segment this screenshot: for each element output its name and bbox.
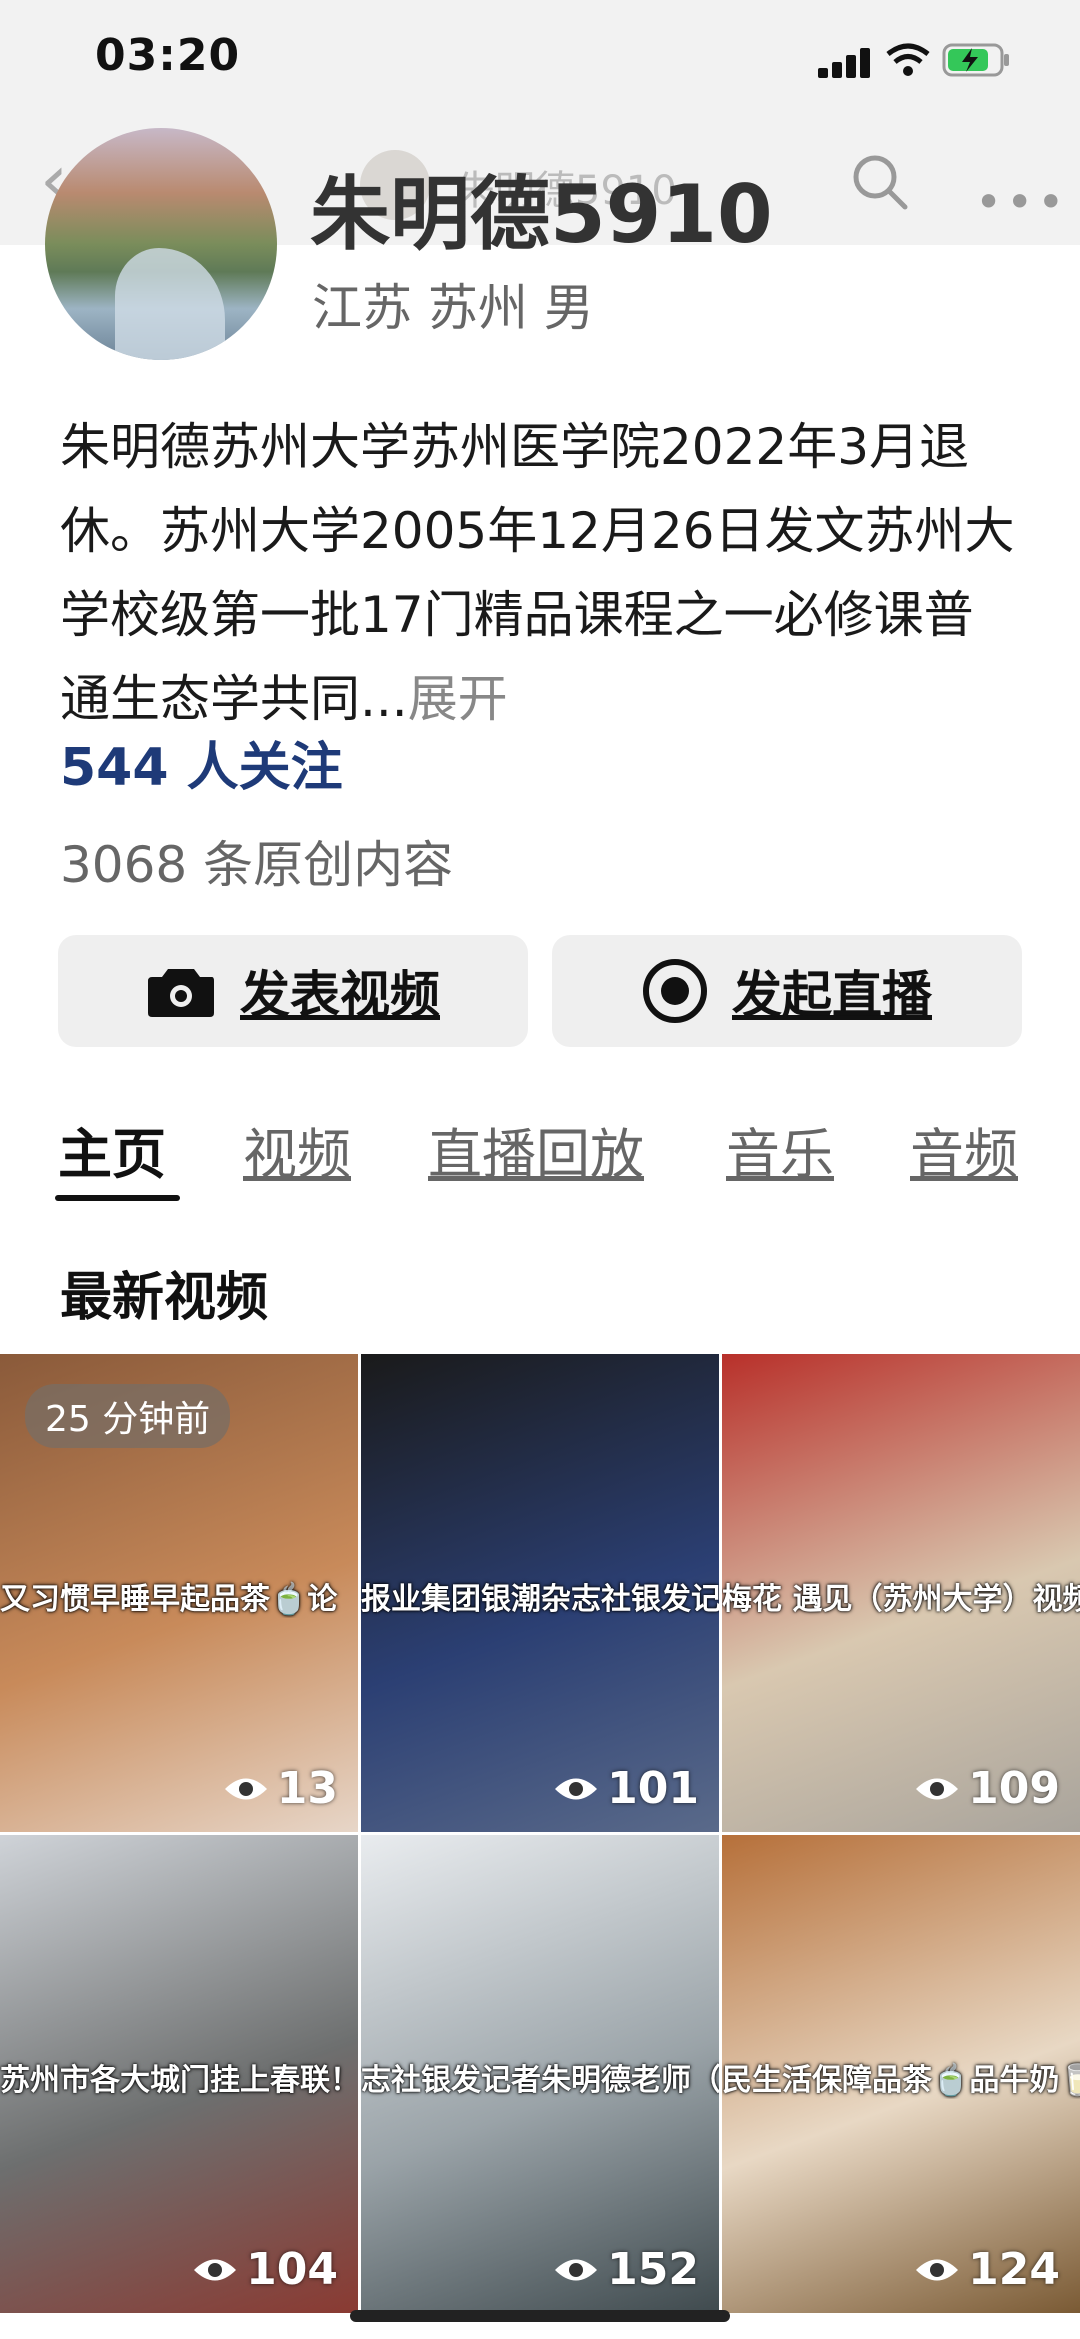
tab-home[interactable]: 主页 (58, 1110, 166, 1189)
search-icon[interactable] (850, 152, 910, 212)
signal-icon (818, 48, 870, 78)
tab-music[interactable]: 音乐 (726, 1110, 834, 1189)
expand-link[interactable]: 展开 (408, 670, 508, 728)
profile-name: 朱明德5910 (310, 168, 773, 261)
video-tile[interactable]: 报业集团银潮杂志社银发记者朱老师（苏州大学）视频新闻报道 101 (361, 1354, 719, 1832)
video-caption: 志社银发记者朱明德老师（苏州 (361, 2063, 719, 2098)
battery-icon (942, 43, 1009, 77)
video-tile[interactable]: 25 分钟前 又习惯早睡早起品茶🍵论 13 (0, 1354, 358, 1832)
view-count: 13 (223, 1763, 338, 1814)
view-count: 101 (553, 1763, 699, 1814)
home-indicator (350, 2310, 730, 2322)
post-video-button[interactable]: 发表视频 (58, 935, 528, 1047)
tab-live-replay[interactable]: 直播回放 (428, 1110, 644, 1189)
section-title: 最新视频 (60, 1268, 269, 1328)
video-tile[interactable]: 苏州市各大城门挂上春联！ 104 (0, 1835, 358, 2313)
eye-icon (224, 1778, 267, 1799)
video-tile[interactable]: 民生活保障品茶🍵品牛奶🥛品黑茶 124 (722, 1835, 1080, 2313)
eye-icon (555, 1778, 598, 1799)
tab-videos[interactable]: 视频 (243, 1110, 351, 1189)
wifi-icon (886, 43, 930, 76)
status-time: 03:20 (95, 30, 241, 81)
view-count: 124 (914, 2244, 1060, 2295)
profile-location: 江苏 苏州 男 (312, 279, 594, 337)
video-caption: 报业集团银潮杂志社银发记者朱老师（苏州大学）视频新闻报道 (361, 1582, 719, 1617)
video-tile[interactable]: 志社银发记者朱明德老师（苏州 152 (361, 1835, 719, 2313)
view-count: 104 (192, 2244, 338, 2295)
view-count: 152 (553, 2244, 699, 2295)
camera-icon (146, 963, 216, 1019)
more-icon[interactable]: ••• (975, 175, 1068, 229)
video-caption: 梅花 遇见（苏州大学）视频新闻报道 (722, 1582, 1080, 1617)
view-count: 109 (914, 1763, 1060, 1814)
tab-audio[interactable]: 音频 (910, 1110, 1018, 1189)
video-caption: 又习惯早睡早起品茶🍵论 (0, 1582, 338, 1617)
eye-icon (916, 2259, 959, 2280)
go-live-button[interactable]: 发起直播 (552, 935, 1022, 1047)
video-caption: 苏州市各大城门挂上春联！ (0, 2063, 358, 2098)
followers-count[interactable]: 544 人关注 (60, 725, 343, 800)
time-badge: 25 分钟前 (25, 1384, 231, 1448)
video-tile[interactable]: 梅花 遇见（苏州大学）视频新闻报道 109 (722, 1354, 1080, 1832)
video-caption: 民生活保障品茶🍵品牛奶🥛品黑茶 (722, 2063, 1080, 2098)
profile-avatar[interactable] (45, 128, 277, 360)
eye-icon (916, 1778, 959, 1799)
original-count: 3068 条原创内容 (60, 836, 454, 894)
post-video-label: 发表视频 (240, 966, 440, 1024)
go-live-label: 发起直播 (732, 966, 932, 1024)
tab-indicator (55, 1195, 180, 1201)
eye-icon (555, 2259, 598, 2280)
profile-bio: 朱明德苏州大学苏州医学院2022年3月退休。苏州大学2005年12月26日发文苏… (60, 405, 1020, 741)
record-icon (642, 958, 708, 1024)
eye-icon (194, 2259, 237, 2280)
bio-text: 朱明德苏州大学苏州医学院2022年3月退休。苏州大学2005年12月26日发文苏… (60, 418, 1015, 728)
